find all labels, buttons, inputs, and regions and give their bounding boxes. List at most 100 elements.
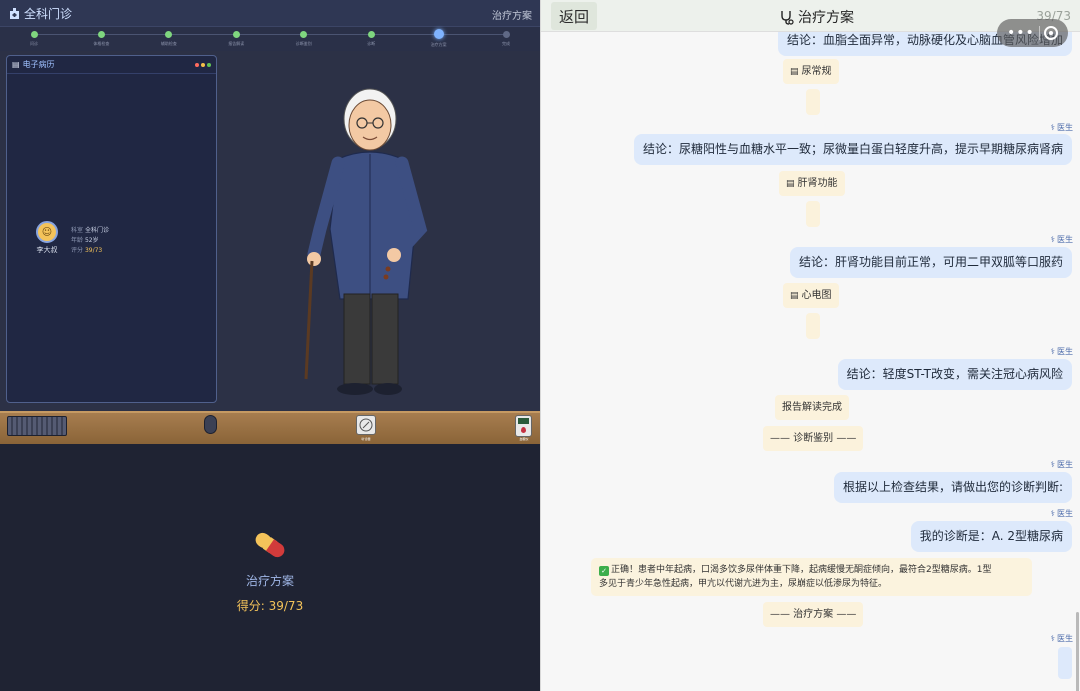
chat-messages: 结论：血脂全面异常，动脉硬化及心脑血管风险增加 ▤ 尿常规 ⚕ 医生 结论：尿糖阳性… xyxy=(541,25,1080,691)
game-panel: 全科门诊 治疗方案 问诊 体格检查 辅助检查 报告解读 诊断鉴别 诊断 治疗方案 完成 ▤ 电… xyxy=(0,0,540,691)
message-stub xyxy=(806,201,820,227)
message-stub xyxy=(806,89,820,115)
score-label: 评分 xyxy=(71,247,84,254)
stethoscope-icon[interactable] xyxy=(356,415,376,435)
chat-panel: 返回 治疗方案 39/73 ••• 结论：血脂全面异常，动脉硬化及心脑血管风险增… xyxy=(540,0,1080,691)
stethoscope-icon: ⚕ xyxy=(1050,235,1055,244)
stage-card: 治疗方案 得分: 39/73 xyxy=(200,530,340,614)
scrollbar[interactable] xyxy=(1076,612,1079,691)
desk-toolbar: 听诊器 血糖仪 xyxy=(0,411,540,444)
step-1: 问诊 xyxy=(9,30,59,47)
stage-area: 治疗方案 得分: 39/73 xyxy=(0,444,540,691)
keyboard-icon[interactable] xyxy=(7,416,67,436)
chat-title-text: 治疗方案 xyxy=(798,10,854,26)
stethoscope-icon: ⚕ xyxy=(1050,634,1055,643)
glucose-meter-icon[interactable] xyxy=(515,415,532,437)
step-dot xyxy=(165,31,173,38)
close-icon[interactable] xyxy=(1043,26,1058,40)
stethoscope-icon xyxy=(781,10,794,25)
stage-score: 得分: 39/73 xyxy=(236,599,304,613)
report-tag[interactable]: ▤ 尿常规 xyxy=(783,59,839,84)
pill-icon xyxy=(255,532,285,558)
step-2: 体格检查 xyxy=(76,30,126,47)
step-dot xyxy=(97,31,105,38)
app-title-text: 全科门诊 xyxy=(24,7,73,21)
step-dot xyxy=(367,31,375,38)
step-4: 报告解读 xyxy=(211,30,261,47)
patient-info: 科室 全科门诊 年龄 52岁 评分 39/73 xyxy=(71,226,109,256)
chat-title: 治疗方案 xyxy=(779,7,854,27)
hospital-icon xyxy=(10,8,19,19)
more-icon[interactable]: ••• xyxy=(1007,25,1035,41)
top-bar: 全科门诊 治疗方案 xyxy=(0,0,540,27)
step-dot xyxy=(30,31,38,38)
step-dot xyxy=(433,29,444,39)
clinic-scene: ▤ 电子病历 ☺ 李大叔 科室 全科门诊 年龄 52岁 评分 39/73 xyxy=(0,51,540,411)
step-label: 诊断鉴别 xyxy=(295,41,312,46)
document-icon: ▤ xyxy=(12,60,20,69)
glucose-meter-label: 血糖仪 xyxy=(519,437,529,441)
dept-label: 科室 xyxy=(71,227,84,234)
age-value: 52岁 xyxy=(84,237,99,244)
step-7: 治疗方案 xyxy=(414,29,464,48)
doctor-label: ⚕ 医生 xyxy=(1050,347,1073,356)
emr-panel[interactable]: ▤ 电子病历 ☺ 李大叔 科室 全科门诊 年龄 52岁 评分 39/73 xyxy=(6,55,217,403)
step-3: 辅助检查 xyxy=(144,30,194,47)
window-dots xyxy=(195,62,211,67)
step-label: 辅助检查 xyxy=(160,41,177,46)
chat-bubble: 结论：轻度ST-T改变，需关注冠心病风险 xyxy=(837,359,1072,390)
step-5: 诊断鉴别 xyxy=(279,30,329,47)
step-dot xyxy=(502,31,510,38)
current-stage-label: 治疗方案 xyxy=(492,11,532,22)
progress-stepper: 问诊 体格检查 辅助检查 报告解读 诊断鉴别 诊断 治疗方案 完成 xyxy=(0,27,540,51)
step-label: 治疗方案 xyxy=(430,42,447,47)
section-divider: —— 治疗方案 —— xyxy=(763,602,864,627)
dept-value: 全科门诊 xyxy=(84,227,109,234)
step-label: 报告解读 xyxy=(228,41,245,46)
stethoscope-icon: ⚕ xyxy=(1050,509,1055,518)
message-stub xyxy=(1058,647,1072,679)
score-value: 39/73 xyxy=(84,247,103,254)
app-title: 全科门诊 xyxy=(9,5,72,22)
stage-name: 治疗方案 xyxy=(245,574,294,588)
patient-avatar: ☺ xyxy=(36,221,58,243)
stethoscope-label: 听诊器 xyxy=(361,437,371,441)
stethoscope-icon: ⚕ xyxy=(1050,347,1055,356)
stethoscope-icon: ⚕ xyxy=(1050,460,1055,469)
document-icon: ▤ xyxy=(790,67,799,77)
document-icon: ▤ xyxy=(786,179,795,189)
patient-card[interactable]: ☺ 李大叔 xyxy=(27,221,67,255)
step-6: 诊断 xyxy=(346,30,396,47)
chat-bubble: 结论：肝肾功能目前正常，可用二甲双胍等口服药 xyxy=(789,247,1072,278)
step-8: 完成 xyxy=(481,30,531,47)
chat-bubble: 结论：尿糖阳性与血糖水平一致；尿微量白蛋白轻度升高，提示早期糖尿病肾病 xyxy=(633,134,1072,165)
message-stub xyxy=(806,313,820,339)
back-button[interactable]: 返回 xyxy=(551,2,597,30)
document-icon: ▤ xyxy=(790,291,799,301)
emr-header: ▤ 电子病历 xyxy=(7,56,216,74)
step-label: 诊断 xyxy=(367,41,376,46)
stethoscope-icon: ⚕ xyxy=(1050,123,1055,132)
user-answer-bubble: 我的诊断是：A. 2型糖尿病 xyxy=(910,521,1072,552)
mouse-icon[interactable] xyxy=(204,415,217,434)
emr-title: 电子病历 xyxy=(22,60,55,69)
mini-program-capsule[interactable]: ••• xyxy=(997,19,1068,47)
step-label: 体格检查 xyxy=(93,41,110,46)
step-dot xyxy=(300,31,308,38)
patient-character-illustration[interactable] xyxy=(300,79,450,399)
age-label: 年龄 xyxy=(71,237,84,244)
status-tag: 报告解读完成 xyxy=(775,395,849,420)
report-tag[interactable]: ▤ 肝肾功能 xyxy=(779,171,845,196)
step-dot xyxy=(232,31,240,38)
step-label: 完成 xyxy=(502,41,510,46)
step-label: 问诊 xyxy=(30,41,38,46)
doctor-label: ⚕ 医生 xyxy=(1050,634,1073,643)
report-tag[interactable]: ▤ 心电图 xyxy=(783,283,839,308)
doctor-label: ⚕ 医生 xyxy=(1050,509,1073,518)
feedback-card: ✓ 正确！患者中年起病，口渴多饮多尿伴体重下降，起病缓慢无酮症倾向，最符合2型糖尿… xyxy=(591,558,1032,596)
check-icon: ✓ xyxy=(599,566,609,576)
chat-bubble: 根据以上检查结果，请做出您的诊断判断: xyxy=(833,472,1072,503)
section-divider: —— 诊断鉴别 —— xyxy=(763,426,864,451)
patient-name: 李大叔 xyxy=(36,246,58,254)
doctor-label: ⚕ 医生 xyxy=(1050,235,1073,244)
